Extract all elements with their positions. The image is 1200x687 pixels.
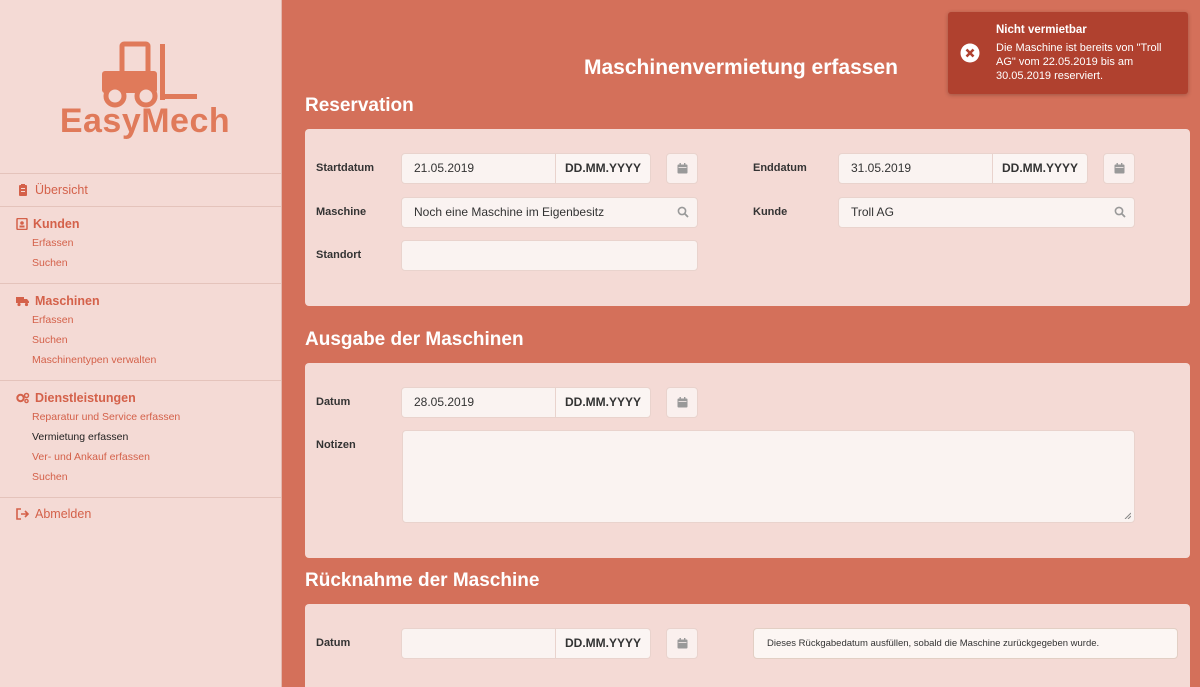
page-title: Maschinenvermietung erfassen bbox=[584, 56, 898, 79]
error-toast[interactable]: Nicht vermietbar Die Maschine ist bereit… bbox=[948, 12, 1188, 94]
return-date-hint: Dieses Rückgabedatum ausfüllen, sobald d… bbox=[753, 628, 1178, 659]
resize-handle-icon[interactable] bbox=[1124, 512, 1131, 519]
issue-date-label: Datum bbox=[316, 396, 351, 408]
sidebar-item-label: Übersicht bbox=[35, 183, 88, 197]
sidebar-item-kunden-erfassen[interactable]: Erfassen bbox=[16, 233, 281, 253]
start-date-calendar-button[interactable] bbox=[666, 153, 698, 184]
brand-name: EasyMech bbox=[59, 102, 231, 140]
notes-textarea[interactable] bbox=[402, 430, 1135, 523]
section-title-return: Rücknahme der Maschine bbox=[305, 570, 540, 591]
return-date-input[interactable] bbox=[401, 628, 556, 659]
start-date-label: Startdatum bbox=[316, 162, 375, 174]
sidebar-group-label: Kunden bbox=[33, 217, 80, 231]
calendar-icon bbox=[677, 397, 687, 408]
machine-search-input[interactable]: Noch eine Maschine im Eigenbesitz bbox=[401, 197, 698, 228]
return-date-format: DD.MM.YYYY bbox=[556, 628, 651, 659]
search-icon bbox=[677, 206, 689, 218]
return-date-calendar-button[interactable] bbox=[666, 628, 698, 659]
start-date-format: DD.MM.YYYY bbox=[556, 153, 651, 184]
sidebar-item-ankauf[interactable]: Ver- und Ankauf erfassen bbox=[16, 447, 281, 467]
address-book-icon bbox=[16, 218, 28, 230]
machine-label: Maschine bbox=[316, 206, 367, 218]
issue-date-format: DD.MM.YYYY bbox=[556, 387, 651, 418]
sidebar-item-reparatur[interactable]: Reparatur und Service erfassen bbox=[16, 407, 281, 427]
sidebar-group-maschinen[interactable]: Maschinen bbox=[16, 292, 281, 310]
search-icon bbox=[1114, 206, 1126, 218]
sidebar-group-dienstleistungen[interactable]: Dienstleistungen bbox=[16, 389, 281, 407]
location-input[interactable] bbox=[401, 240, 698, 271]
sidebar-item-kunden-suchen[interactable]: Suchen bbox=[16, 253, 281, 273]
end-date-calendar-button[interactable] bbox=[1103, 153, 1135, 184]
calendar-icon bbox=[677, 163, 687, 174]
end-date-format: DD.MM.YYYY bbox=[993, 153, 1088, 184]
card-reservation: Startdatum 21.05.2019 DD.MM.YYYY Enddatu… bbox=[305, 129, 1190, 306]
customer-value: Troll AG bbox=[851, 205, 894, 219]
customer-label: Kunde bbox=[753, 206, 788, 218]
calendar-icon bbox=[677, 638, 687, 649]
location-label: Standort bbox=[316, 249, 362, 261]
error-circle-icon bbox=[960, 43, 980, 63]
issue-date-input[interactable]: 28.05.2019 bbox=[401, 387, 556, 418]
section-title-reservation: Reservation bbox=[305, 95, 414, 116]
calendar-icon bbox=[1114, 163, 1124, 174]
card-return: Datum DD.MM.YYYY Dieses Rückgabedatum au… bbox=[305, 604, 1190, 687]
sign-out-icon bbox=[16, 508, 30, 520]
notes-label: Notizen bbox=[316, 439, 356, 451]
sidebar-item-overview[interactable]: Übersicht bbox=[16, 181, 281, 199]
logo: EasyMech bbox=[0, 28, 282, 148]
sidebar-group-label: Dienstleistungen bbox=[35, 391, 136, 405]
end-date-input[interactable]: 31.05.2019 bbox=[838, 153, 993, 184]
sidebar-item-vermietung[interactable]: Vermietung erfassen bbox=[16, 427, 281, 447]
sidebar-item-maschinen-erfassen[interactable]: Erfassen bbox=[16, 310, 281, 330]
start-date-input[interactable]: 21.05.2019 bbox=[401, 153, 556, 184]
sidebar-item-logout[interactable]: Abmelden bbox=[16, 505, 281, 523]
sidebar-item-maschinen-suchen[interactable]: Suchen bbox=[16, 330, 281, 350]
truck-icon bbox=[16, 297, 29, 307]
sidebar: EasyMech Übersicht Kunden Erfassen Suche… bbox=[0, 0, 282, 687]
sidebar-group-kunden[interactable]: Kunden bbox=[16, 215, 281, 233]
card-issue: Datum 28.05.2019 DD.MM.YYYY Notizen bbox=[305, 363, 1190, 558]
issue-date-calendar-button[interactable] bbox=[666, 387, 698, 418]
sidebar-nav: Übersicht Kunden Erfassen Suchen Maschin… bbox=[0, 173, 281, 533]
customer-search-input[interactable]: Troll AG bbox=[838, 197, 1135, 228]
toast-title: Nicht vermietbar bbox=[996, 24, 1087, 36]
gears-icon bbox=[16, 392, 30, 404]
machine-value: Noch eine Maschine im Eigenbesitz bbox=[414, 205, 605, 219]
sidebar-item-maschinentypen[interactable]: Maschinentypen verwalten bbox=[16, 350, 281, 370]
return-date-label: Datum bbox=[316, 637, 351, 649]
clipboard-icon bbox=[19, 184, 27, 196]
sidebar-group-label: Maschinen bbox=[35, 294, 100, 308]
sidebar-item-label: Abmelden bbox=[35, 507, 92, 521]
toast-message: Die Maschine ist bereits von "Troll AG" … bbox=[996, 42, 1162, 82]
section-title-issue: Ausgabe der Maschinen bbox=[305, 329, 524, 350]
sidebar-item-dienstleistungen-suchen[interactable]: Suchen bbox=[16, 467, 281, 487]
end-date-label: Enddatum bbox=[753, 162, 807, 174]
